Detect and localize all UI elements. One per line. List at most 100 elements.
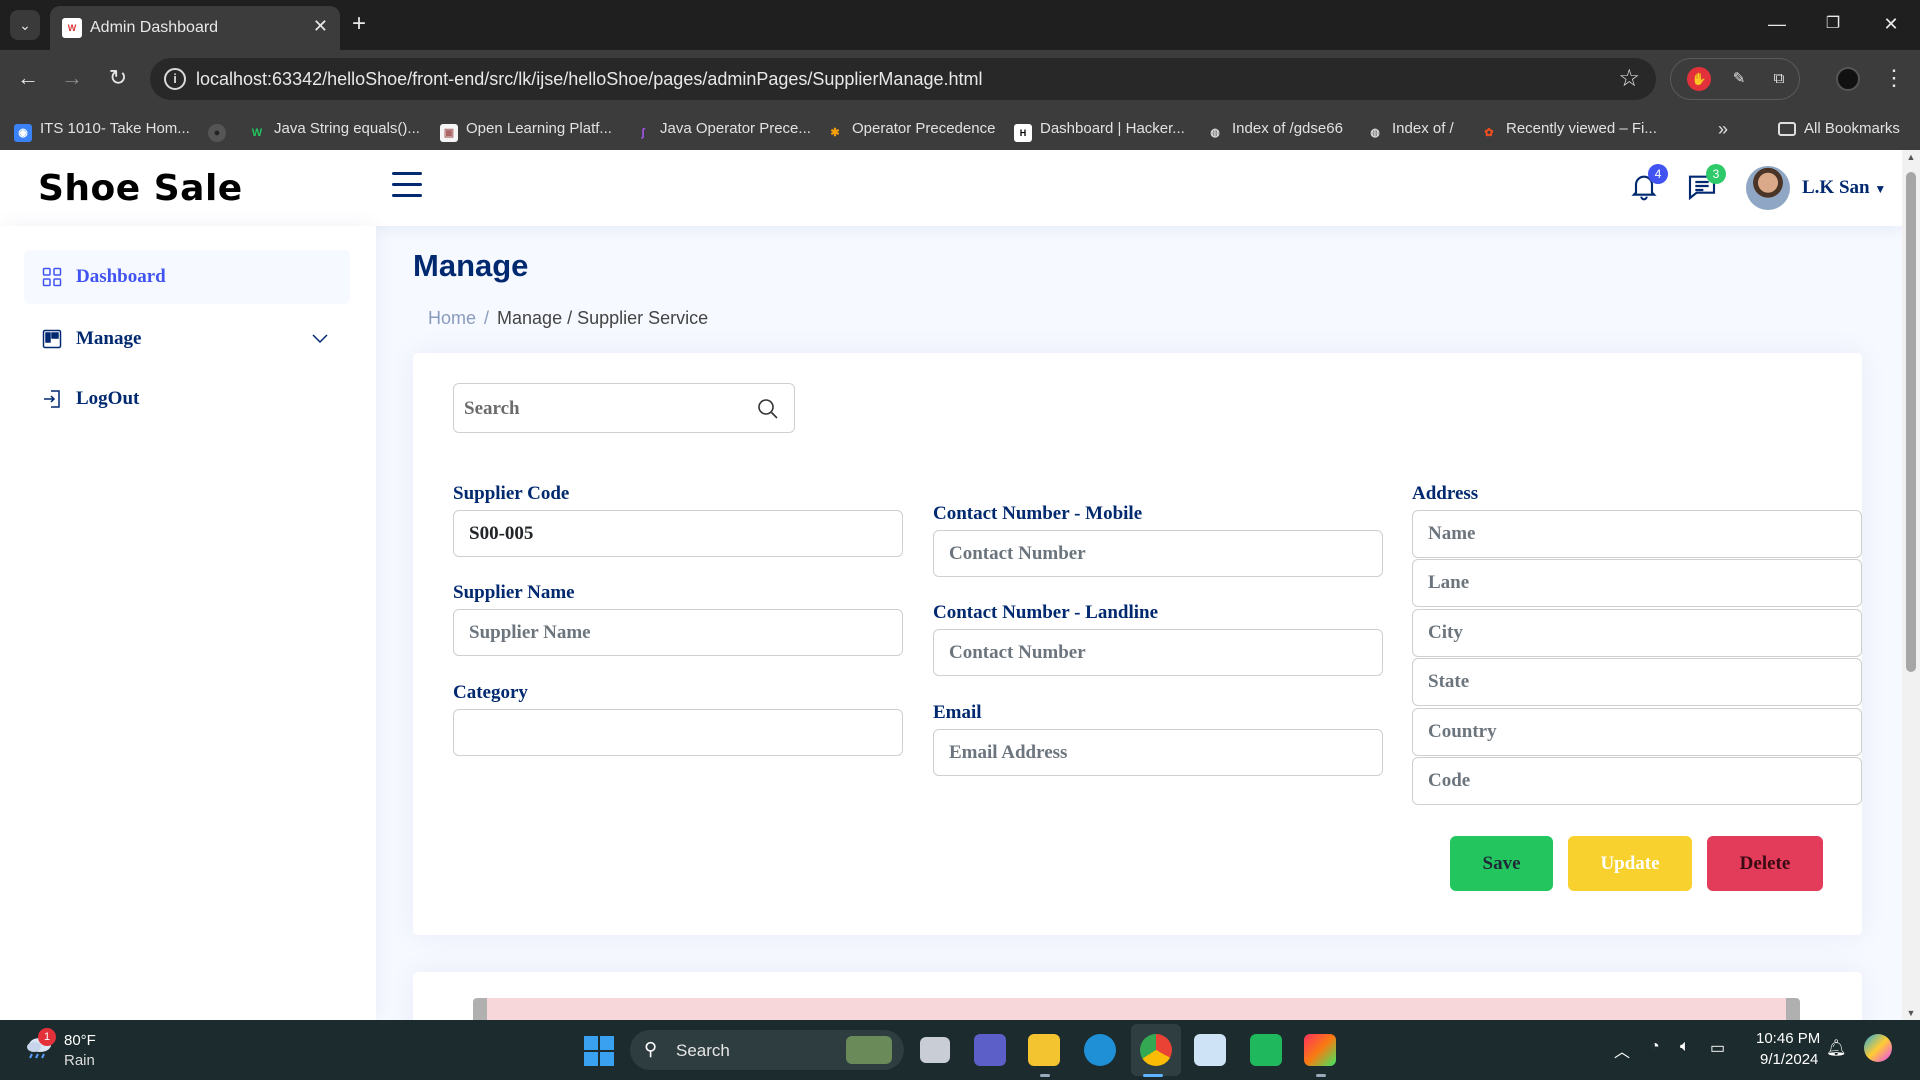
teams-icon[interactable]	[974, 1034, 1006, 1066]
bookmark-label: Operator Precedence	[852, 120, 996, 137]
mobile-input[interactable]	[933, 530, 1383, 577]
messages-chat-icon[interactable]: 3	[1686, 164, 1726, 202]
browser-tab[interactable]: W Admin Dashboard ✕	[50, 6, 340, 50]
file-manager-window-icon[interactable]	[920, 1037, 950, 1063]
chrome-icon[interactable]	[1140, 1034, 1172, 1066]
supplier-name-input[interactable]	[453, 609, 903, 656]
email-input[interactable]	[933, 729, 1383, 776]
bookmark-item[interactable]: H Dashboard | Hacker...	[1014, 118, 1185, 142]
clock-time[interactable]: 10:46 PM	[1756, 1030, 1820, 1047]
scroll-down-icon[interactable]: ▼	[1902, 1008, 1920, 1018]
supplier-code-label: Supplier Code	[453, 483, 570, 504]
wifi-icon[interactable]: ◔	[1650, 1038, 1660, 1056]
browser-menu-icon[interactable]: ⋮	[1880, 65, 1908, 91]
notification-bell-icon[interactable]: 🔔︎	[1826, 1038, 1846, 1058]
back-icon[interactable]: ←	[14, 65, 42, 91]
bookmark-item[interactable]: ●	[208, 118, 234, 142]
sidebar-item-manage[interactable]: Manage	[24, 312, 350, 366]
more-bookmarks-icon[interactable]: »	[1718, 118, 1728, 140]
bookmark-item[interactable]: ◍ Index of /	[1366, 118, 1454, 140]
bookmark-star-icon[interactable]: ☆	[1618, 65, 1640, 93]
address-city-input[interactable]	[1412, 609, 1862, 657]
save-button[interactable]: Save	[1450, 836, 1553, 891]
edge-icon[interactable]	[1084, 1034, 1116, 1066]
landline-input[interactable]	[933, 629, 1383, 676]
copilot-icon[interactable]	[1864, 1034, 1892, 1062]
page-scrollbar[interactable]: ▲ ▼	[1902, 150, 1920, 1020]
adblock-extension-icon[interactable]: ✋	[1687, 67, 1711, 91]
browser-profile-avatar[interactable]	[1836, 67, 1860, 91]
bookmark-label: Dashboard | Hacker...	[1040, 120, 1185, 137]
bookmark-item[interactable]: ✿ Recently viewed – Fi...	[1480, 118, 1657, 140]
address-lane-input[interactable]	[1412, 559, 1862, 607]
all-bookmarks-folder[interactable]: All Bookmarks	[1778, 118, 1900, 140]
supplier-code-input[interactable]	[453, 510, 903, 557]
running-indicator	[1143, 1074, 1163, 1077]
bookmark-item[interactable]: ▣ Open Learning Platf...	[440, 118, 612, 142]
sidebar-item-dashboard[interactable]: Dashboard	[24, 250, 350, 304]
battery-icon[interactable]: ▭	[1710, 1038, 1725, 1058]
bookmark-label: ITS 1010- Take Hom...	[40, 120, 190, 137]
profile-dropdown[interactable]: L.K San ▼	[1802, 177, 1886, 199]
file-explorer-icon[interactable]	[1028, 1034, 1060, 1066]
app-grid-icon[interactable]	[1250, 1034, 1282, 1066]
address-bar[interactable]: i localhost:63342/helloShoe/front-end/sr…	[150, 58, 1656, 100]
weather-alert-badge: 1	[38, 1028, 56, 1046]
forward-icon[interactable]: →	[58, 65, 86, 91]
bookmark-label: Java String equals()...	[274, 120, 420, 137]
sidebar-item-label: Manage	[76, 328, 142, 349]
restore-icon[interactable]: ❐	[1818, 10, 1848, 38]
update-button[interactable]: Update	[1568, 836, 1692, 891]
grid-icon	[42, 267, 62, 287]
address-code-input[interactable]	[1412, 757, 1862, 805]
minimize-icon[interactable]: —	[1762, 10, 1792, 38]
bookmark-item[interactable]: ✱ Operator Precedence	[826, 118, 995, 140]
intellij-icon[interactable]	[1304, 1034, 1336, 1066]
breadcrumb-home-link[interactable]: Home	[428, 308, 476, 328]
clock-date[interactable]: 9/1/2024	[1760, 1051, 1818, 1068]
start-windows-icon[interactable]	[584, 1036, 614, 1066]
bookmark-item[interactable]: W Java String equals()...	[248, 118, 420, 140]
address-url[interactable]: localhost:63342/helloShoe/front-end/src/…	[196, 69, 983, 90]
address-state-input[interactable]	[1412, 658, 1862, 706]
reload-icon[interactable]: ↻	[104, 65, 132, 91]
bookmark-user-icon: ◉	[14, 124, 32, 142]
page-title: Manage	[413, 248, 529, 283]
site-info-icon[interactable]: i	[164, 68, 186, 90]
address-label: Address	[1412, 483, 1479, 504]
chevron-down-icon[interactable]	[310, 328, 330, 348]
search-icon[interactable]	[756, 397, 780, 421]
bookmark-item[interactable]: ʃ Java Operator Prece...	[634, 118, 811, 140]
scroll-thumb[interactable]	[1906, 172, 1916, 672]
search-box[interactable]	[453, 383, 795, 433]
photos-icon[interactable]	[1194, 1034, 1226, 1066]
notifications-bell-icon[interactable]: 4	[1628, 164, 1668, 202]
extensions-puzzle-icon[interactable]: ⧉	[1767, 67, 1791, 91]
profile-avatar[interactable]	[1746, 166, 1790, 210]
taskbar-search-label: Search	[676, 1041, 730, 1060]
bookmark-label: Index of /	[1392, 120, 1454, 137]
weather-temperature: 80°F	[64, 1032, 96, 1049]
new-tab-icon[interactable]: +	[352, 11, 366, 37]
taskbar-search[interactable]: ⚲ Search	[630, 1030, 904, 1070]
bookmark-item[interactable]: ◍ Index of /gdse66	[1206, 118, 1343, 140]
tab-search-button[interactable]: ⌄	[10, 10, 40, 40]
tab-close-icon[interactable]: ✕	[313, 16, 328, 36]
supplier-name-label: Supplier Name	[453, 582, 575, 603]
search-input[interactable]	[464, 394, 734, 424]
sidebar-item-logout[interactable]: LogOut	[24, 372, 350, 426]
brand-logo[interactable]: Shoe Sale	[38, 168, 243, 209]
delete-button[interactable]: Delete	[1707, 836, 1823, 891]
window-close-icon[interactable]: ✕	[1876, 10, 1906, 38]
sidebar-item-label: Dashboard	[76, 266, 166, 287]
address-country-input[interactable]	[1412, 708, 1862, 756]
category-input[interactable]	[453, 709, 903, 756]
sidebar-toggle-icon[interactable]	[392, 172, 422, 198]
chevron-up-icon[interactable]: ︿	[1614, 1038, 1630, 1062]
color-picker-extension-icon[interactable]: ✎	[1727, 67, 1751, 91]
bookmark-item[interactable]: ◉ ITS 1010- Take Hom...	[14, 118, 190, 142]
breadcrumb-current: Manage / Supplier Service	[497, 308, 709, 328]
volume-icon[interactable]: 🔈︎	[1680, 1038, 1690, 1056]
scroll-up-icon[interactable]: ▲	[1902, 152, 1920, 162]
address-name-input[interactable]	[1412, 510, 1862, 558]
